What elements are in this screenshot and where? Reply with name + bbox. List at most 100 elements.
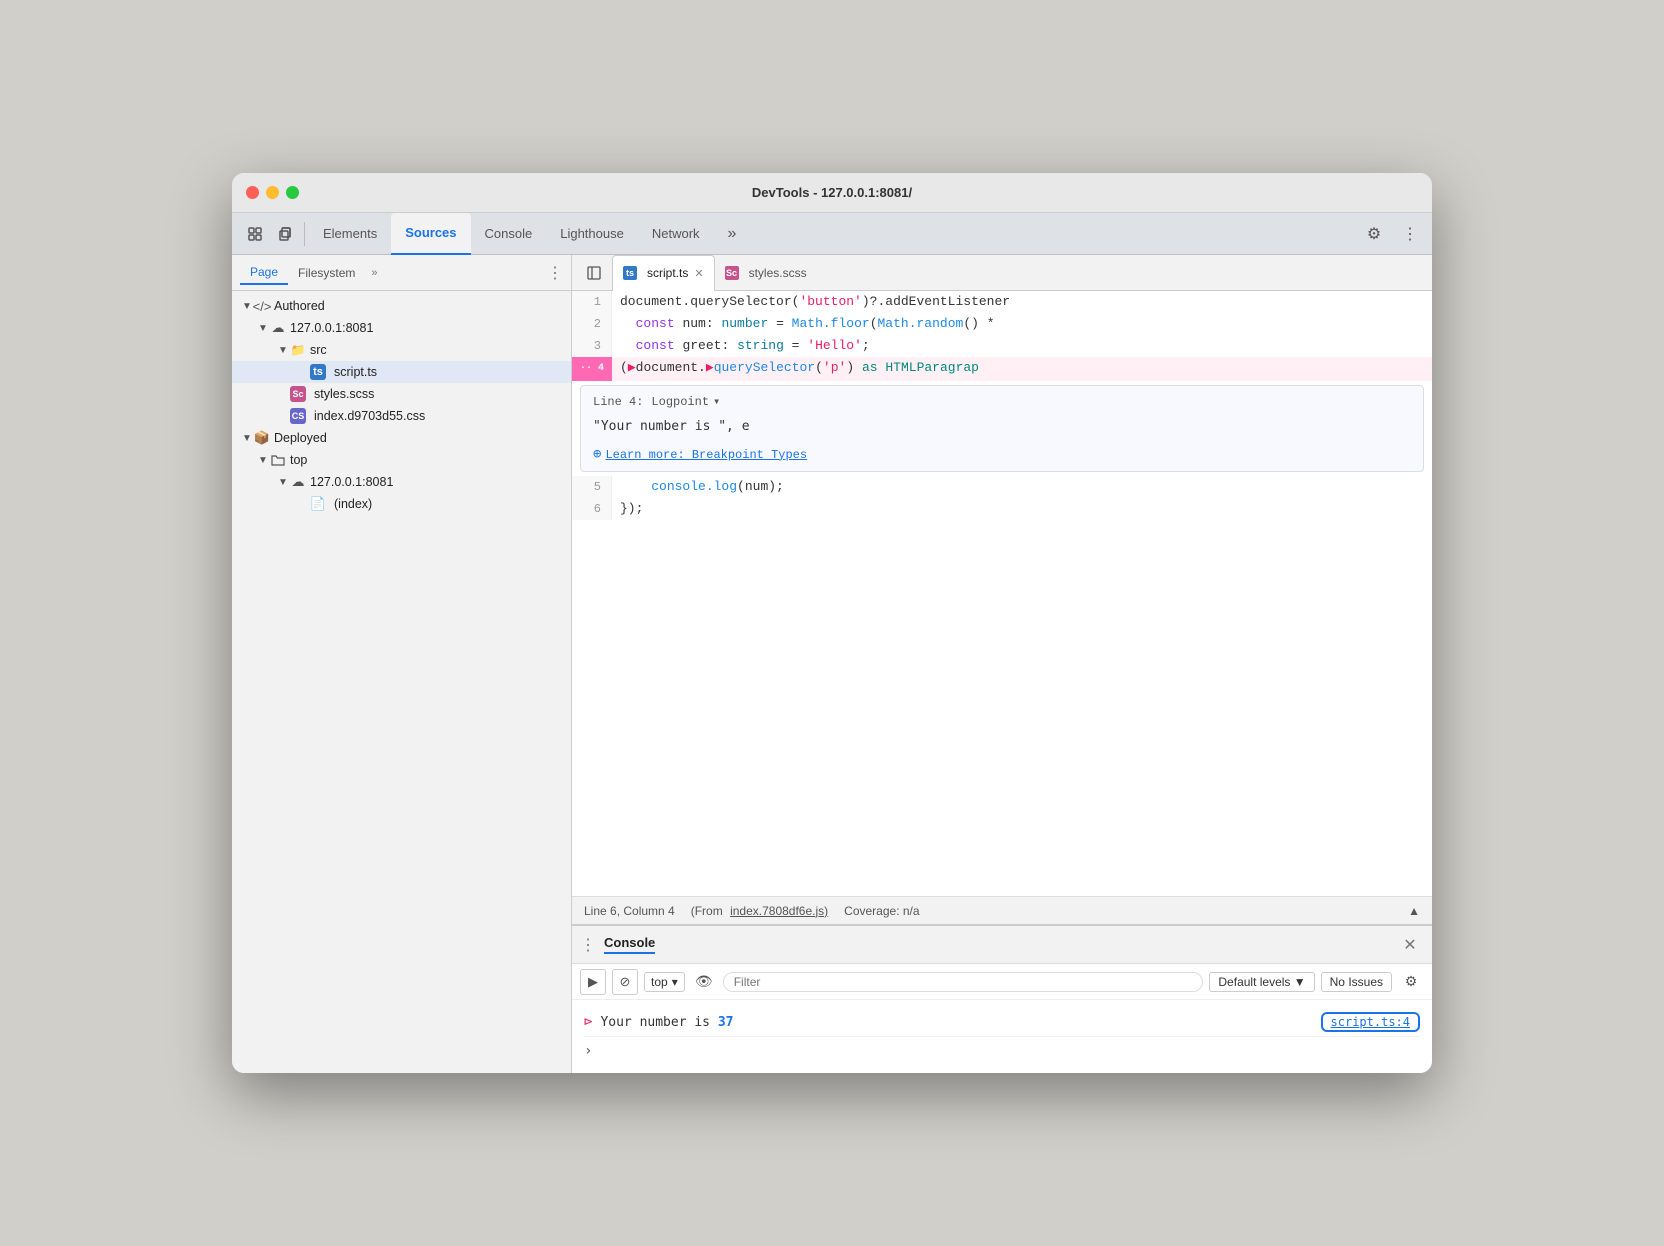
code-line-2: 2 const num: number = Math.floor(Math.ra… bbox=[572, 313, 1432, 335]
tab-more[interactable]: » bbox=[714, 213, 751, 255]
tree-deployed-host[interactable]: ▼ ☁ 127.0.0.1:8081 bbox=[232, 471, 571, 493]
line-content-1: document.querySelector('button')?.addEve… bbox=[612, 291, 1432, 313]
tree-index-css[interactable]: CS index.d9703d55.css bbox=[232, 405, 571, 427]
cursor-position: Line 6, Column 4 bbox=[584, 904, 675, 918]
console-log-number: 37 bbox=[718, 1015, 734, 1030]
close-button[interactable] bbox=[246, 186, 259, 199]
folder-icon: 📁 bbox=[290, 342, 306, 358]
coverage: Coverage: n/a bbox=[844, 904, 919, 918]
live-expressions-icon[interactable]: 👁 bbox=[691, 969, 717, 995]
status-bar: Line 6, Column 4 (From index.7808df6e.js… bbox=[572, 896, 1432, 924]
editor-tabs: ts script.ts ✕ Sc styles.scss bbox=[572, 255, 1432, 291]
tree-authored[interactable]: ▼ </> Authored bbox=[232, 295, 571, 317]
tree-arrow: ▼ bbox=[276, 477, 290, 488]
tree-deployed[interactable]: ▼ 📦 Deployed bbox=[232, 427, 571, 449]
logpoint-popup: Line 4: Logpoint ▾ "Your number is ", e bbox=[580, 385, 1424, 472]
source-file-link[interactable]: index.7808df6e.js) bbox=[730, 904, 828, 918]
scroll-to-top-icon[interactable]: ▲ bbox=[1408, 904, 1420, 918]
console-toolbar: ▶ ⊘ top ▾ 👁 bbox=[572, 964, 1432, 1000]
tree-authored-host[interactable]: ▼ ☁ 127.0.0.1:8081 bbox=[232, 317, 571, 339]
block-icon[interactable]: ⊘ bbox=[612, 969, 638, 995]
editor-tab-script-ts[interactable]: ts script.ts ✕ bbox=[612, 255, 715, 291]
tree-styles-scss[interactable]: Sc styles.scss bbox=[232, 383, 571, 405]
back-nav-icon[interactable] bbox=[240, 219, 270, 249]
console-settings-icon[interactable]: ⚙ bbox=[1398, 969, 1424, 995]
line-content-3: const greet: string = 'Hello'; bbox=[612, 335, 1432, 357]
console-output: ⊳ Your number is 37 script.ts:4 › bbox=[572, 1000, 1432, 1073]
console-title: Console bbox=[604, 935, 655, 954]
tab-lighthouse[interactable]: Lighthouse bbox=[546, 213, 638, 255]
tree-arrow: ▼ bbox=[256, 455, 270, 466]
console-filter-input[interactable] bbox=[723, 972, 1204, 992]
tree-arrow: ▼ bbox=[276, 345, 290, 356]
minimize-button[interactable] bbox=[266, 186, 279, 199]
code-editor[interactable]: 1 document.querySelector('button')?.addE… bbox=[572, 291, 1432, 896]
scss-tab-icon: Sc bbox=[725, 266, 739, 280]
tab-console[interactable]: Console bbox=[471, 213, 547, 255]
logpoint-type-dropdown[interactable]: Logpoint ▾ bbox=[651, 394, 720, 409]
console-log-entry: ⊳ Your number is 37 script.ts:4 bbox=[584, 1008, 1420, 1037]
tab-sources[interactable]: Sources bbox=[391, 213, 470, 255]
panel-more-dots[interactable]: ⋮ bbox=[547, 263, 563, 283]
clear-console-button[interactable]: ▶ bbox=[580, 969, 606, 995]
editor-tab-styles-scss[interactable]: Sc styles.scss bbox=[715, 255, 817, 291]
line-num-5: 5 bbox=[572, 476, 612, 498]
code-line-6: 6 }); bbox=[572, 498, 1432, 520]
context-dropdown[interactable]: top ▾ bbox=[644, 972, 685, 992]
tab-more-sources[interactable]: » bbox=[365, 263, 383, 283]
tab-page[interactable]: Page bbox=[240, 261, 288, 285]
copy-icon[interactable] bbox=[270, 219, 300, 249]
editor-area: ts script.ts ✕ Sc styles.scss 1 bbox=[572, 255, 1432, 924]
cube-icon: 📦 bbox=[254, 430, 270, 446]
console-close-button[interactable]: ✕ bbox=[1396, 931, 1424, 959]
circle-arrow-icon: ⊕ bbox=[593, 446, 601, 463]
titlebar: DevTools - 127.0.0.1:8081/ bbox=[232, 173, 1432, 213]
console-source-link[interactable]: script.ts:4 bbox=[1321, 1012, 1420, 1032]
folder-outline-icon bbox=[270, 452, 286, 468]
window-title: DevTools - 127.0.0.1:8081/ bbox=[752, 185, 912, 200]
line-content-2: const num: number = Math.floor(Math.rand… bbox=[612, 313, 1432, 335]
tabbar-end: ⚙ ⋮ bbox=[1360, 220, 1424, 248]
tree-arrow: ▼ bbox=[240, 433, 254, 444]
line-num-1: 1 bbox=[572, 291, 612, 313]
tab-filesystem[interactable]: Filesystem bbox=[288, 262, 365, 284]
tabbar-separator bbox=[304, 222, 305, 246]
play-icon: ▶ bbox=[588, 974, 598, 990]
console-more-icon[interactable]: ⋮ bbox=[580, 935, 596, 955]
tree-script-ts[interactable]: ts script.ts bbox=[232, 361, 571, 383]
log-levels-dropdown[interactable]: Default levels ▼ bbox=[1209, 972, 1314, 992]
tab-elements[interactable]: Elements bbox=[309, 213, 391, 255]
code-line-1: 1 document.querySelector('button')?.addE… bbox=[572, 291, 1432, 313]
logpoint-header: Line 4: Logpoint ▾ bbox=[593, 394, 1411, 409]
prompt-arrow-icon: › bbox=[584, 1043, 592, 1059]
console-prompt-line[interactable]: › bbox=[584, 1037, 1420, 1065]
breakpoint-marker[interactable]: ·· 4 bbox=[572, 357, 612, 381]
tab-network[interactable]: Network bbox=[638, 213, 714, 255]
settings-icon[interactable]: ⚙ bbox=[1360, 220, 1388, 248]
sidebar-toggle-icon[interactable] bbox=[580, 259, 608, 287]
console-panel: ⋮ Console ✕ ▶ ⊘ top ▾ bbox=[572, 924, 1432, 1073]
traffic-lights bbox=[246, 186, 299, 199]
sources-panel-tabs: Page Filesystem » ⋮ bbox=[232, 255, 571, 291]
cloud-icon-2: ☁ bbox=[290, 474, 306, 490]
code-icon: </> bbox=[254, 298, 270, 314]
ts-tab-icon: ts bbox=[623, 266, 637, 280]
generic-file-icon: 📄 bbox=[310, 496, 326, 512]
maximize-button[interactable] bbox=[286, 186, 299, 199]
source-from: (From index.7808df6e.js) bbox=[691, 904, 828, 918]
logpoint-input[interactable]: "Your number is ", e bbox=[593, 415, 1411, 438]
tree-arrow: ▼ bbox=[256, 323, 270, 334]
console-log-text: Your number is 37 bbox=[600, 1015, 733, 1030]
code-line-5: 5 console.log(num); bbox=[572, 476, 1432, 498]
more-icon[interactable]: ⋮ bbox=[1396, 220, 1424, 248]
eye-symbol: 👁 bbox=[695, 973, 713, 990]
tree-index[interactable]: 📄 (index) bbox=[232, 493, 571, 515]
logpoint-learn-more[interactable]: ⊕ Learn more: Breakpoint Types bbox=[593, 446, 1411, 463]
line-num-2: 2 bbox=[572, 313, 612, 335]
tree-src-folder[interactable]: ▼ 📁 src bbox=[232, 339, 571, 361]
line-content-5: console.log(num); bbox=[612, 476, 1432, 498]
learn-more-link[interactable]: Learn more: Breakpoint Types bbox=[605, 448, 807, 462]
css-file-icon: CS bbox=[290, 408, 306, 424]
close-tab-icon[interactable]: ✕ bbox=[694, 267, 703, 280]
tree-top[interactable]: ▼ top bbox=[232, 449, 571, 471]
